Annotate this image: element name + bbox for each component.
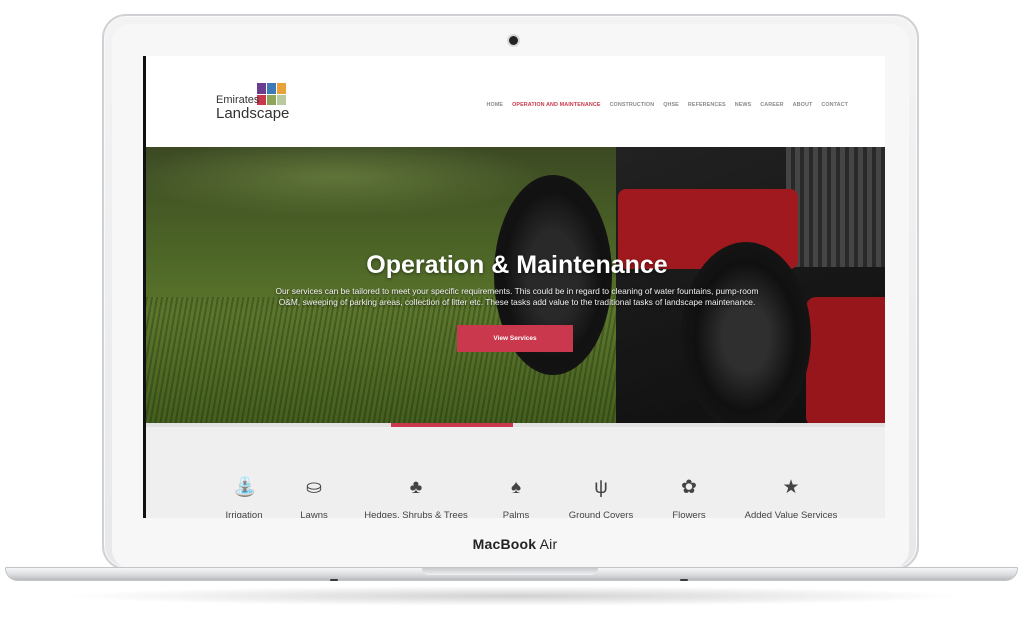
nav-item-career[interactable]: CAREER [760,102,783,108]
nav-item-construction[interactable]: CONSTRUCTION [610,102,655,108]
laptop-foot [330,579,338,581]
service-item-irrigation[interactable]: ⛲ Irrigation [226,477,263,518]
laptop-foot [680,579,688,581]
service-item-hedges-shrubs-trees[interactable]: ♣ Hedges, Shrubs & Trees [364,477,468,518]
service-label: Hedges, Shrubs & Trees [364,510,468,518]
brand-light: Air [536,536,558,552]
nav-item-operation-and-maintenance[interactable]: OPERATION AND MAINTENANCE [512,102,600,108]
laptop-notch [422,568,598,575]
site-logo[interactable]: Emirates Landscape [216,81,296,125]
nav-item-home[interactable]: HOME [487,102,504,108]
palm-icon: ♠ [510,477,522,498]
service-label: Palms [502,510,530,518]
logo-mark-icon [257,83,287,105]
hero-banner: Operation & Maintenance Our services can… [146,147,885,425]
laptop-shadow [60,586,970,606]
nav-item-about[interactable]: ABOUT [793,102,813,108]
nav-item-references[interactable]: REFERENCES [688,102,726,108]
service-label: Flowers [672,510,706,518]
service-label: Ground Covers [568,510,634,518]
hero-description: Our services can be tailored to meet you… [275,286,759,307]
services-strip: ⛲ Irrigation ⛀ Lawns ♣ Hedges, Shrubs & Trees… [146,427,885,518]
flowers-icon: ✿ [681,477,697,498]
brand-bold: MacBook [472,536,537,552]
service-item-flowers[interactable]: ✿ Flowers [672,477,705,518]
site-header: Emirates Landscape HOME OPERATION AND MAI… [146,56,885,147]
device-brand: MacBook Air [0,536,1030,552]
service-item-palms[interactable]: ♠ Palms [503,477,529,518]
website-screen: Emirates Landscape HOME OPERATION AND MAI… [143,56,885,518]
service-label: Irrigation [225,510,263,518]
tree-icon: ♣ [409,477,423,498]
view-services-button[interactable]: View Services [457,325,573,352]
lawn-mower-icon: ⛀ [306,477,322,498]
star-icon: ★ [782,477,800,498]
camera-icon [509,36,518,45]
main-nav: HOME OPERATION AND MAINTENANCE CONSTRUCTIO… [487,102,848,108]
nav-item-qhse[interactable]: QHSE [663,102,679,108]
nav-item-contact[interactable]: CONTACT [821,102,848,108]
grass-icon: ψ [594,477,608,498]
service-item-lawns[interactable]: ⛀ Lawns [300,477,327,518]
service-label: Added Value Services [744,510,838,518]
service-item-ground-covers[interactable]: ψ Ground Covers [569,477,633,518]
service-item-added-value-services[interactable]: ★ Added Value Services [745,477,838,518]
hero-title: Operation & Maintenance [366,251,668,279]
watering-can-icon: ⛲ [233,477,257,498]
nav-item-news[interactable]: NEWS [735,102,752,108]
laptop-mockup: MacBook Air Emirates Landscape HOME OPERA… [0,0,1030,621]
logo-line2: Landscape [216,105,290,122]
service-label: Lawns [300,510,328,518]
